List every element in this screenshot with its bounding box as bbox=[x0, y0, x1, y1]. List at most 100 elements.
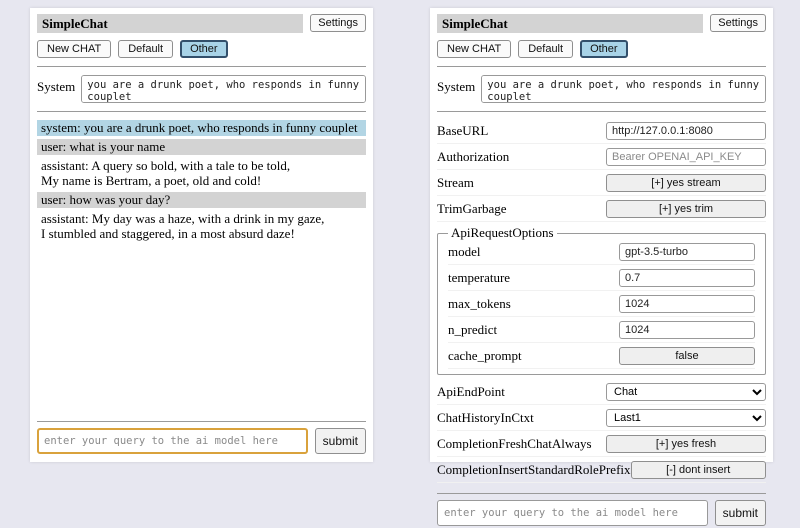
setting-row-completioninsertstandardroleprefix: CompletionInsertStandardRolePrefix[-] do… bbox=[437, 459, 766, 483]
setting-label-chathistoryinctxt: ChatHistoryInCtxt bbox=[437, 410, 534, 426]
divider bbox=[37, 111, 366, 112]
divider bbox=[37, 421, 366, 422]
setting-input-model[interactable] bbox=[619, 243, 755, 261]
new-chat-button[interactable]: New CHAT bbox=[437, 40, 511, 58]
chat-panel: SimpleChat Settings New CHAT Default Oth… bbox=[30, 8, 373, 462]
setting-row-trimgarbage: TrimGarbage [+] yes trim bbox=[437, 198, 766, 222]
session-button-default[interactable]: Default bbox=[118, 40, 173, 58]
chat-panel-header: SimpleChat Settings bbox=[37, 14, 366, 33]
settings-footer: submit bbox=[437, 485, 766, 528]
setting-label-n-predict: n_predict bbox=[448, 322, 497, 338]
chat-message-system: system: you are a drunk poet, who respon… bbox=[37, 120, 366, 136]
setting-control-completioninsertstandardroleprefix: [-] dont insert bbox=[631, 461, 766, 479]
settings-fields-top: BaseURL Authorization Stream [+] yes stream… bbox=[437, 120, 766, 222]
setting-row-baseurl: BaseURL bbox=[437, 120, 766, 144]
divider bbox=[437, 111, 766, 112]
setting-button-completionfreshchatalways[interactable]: [+] yes fresh bbox=[606, 435, 766, 453]
setting-select-apiendpoint[interactable]: Chat bbox=[606, 383, 766, 401]
system-label: System bbox=[37, 75, 75, 95]
setting-input-authorization[interactable] bbox=[606, 148, 766, 166]
toolbar: New CHAT Default Other bbox=[37, 40, 366, 58]
api-request-options-fieldset: ApiRequestOptions model temperature max_to… bbox=[437, 225, 766, 375]
setting-input-max-tokens[interactable] bbox=[619, 295, 755, 313]
toolbar: New CHAT Default Other bbox=[437, 40, 766, 58]
submit-button[interactable]: submit bbox=[315, 428, 366, 454]
system-row: System bbox=[37, 75, 366, 103]
setting-control-authorization bbox=[606, 148, 766, 166]
setting-button-stream[interactable]: [+] yes stream bbox=[606, 174, 766, 192]
settings-button[interactable]: Settings bbox=[310, 14, 366, 32]
query-row: submit bbox=[437, 500, 766, 526]
app-title-bar: SimpleChat bbox=[437, 14, 703, 33]
setting-control-model bbox=[619, 243, 755, 261]
system-label: System bbox=[437, 75, 475, 95]
setting-control-baseurl bbox=[606, 122, 766, 140]
divider bbox=[437, 66, 766, 67]
setting-row-max-tokens: max_tokens bbox=[448, 293, 755, 317]
query-input[interactable] bbox=[437, 500, 708, 526]
session-button-default[interactable]: Default bbox=[518, 40, 573, 58]
session-button-other[interactable]: Other bbox=[580, 40, 628, 58]
setting-control-apiendpoint: Chat bbox=[606, 383, 766, 401]
setting-label-max-tokens: max_tokens bbox=[448, 296, 511, 312]
app-title: SimpleChat bbox=[442, 16, 508, 31]
setting-label-model: model bbox=[448, 244, 481, 260]
setting-button-cache-prompt[interactable]: false bbox=[619, 347, 755, 365]
setting-row-completionfreshchatalways: CompletionFreshChatAlways [+] yes fresh bbox=[437, 433, 766, 457]
system-prompt-input[interactable] bbox=[481, 75, 766, 103]
setting-control-completionfreshchatalways: [+] yes fresh bbox=[606, 435, 766, 453]
system-row: System bbox=[437, 75, 766, 103]
submit-button[interactable]: submit bbox=[715, 500, 766, 526]
setting-row-temperature: temperature bbox=[448, 267, 755, 291]
settings-fields-bottom: ApiEndPoint Chat ChatHistoryInCtxt Last1 Com… bbox=[437, 381, 766, 483]
setting-label-completioninsertstandardroleprefix: CompletionInsertStandardRolePrefix bbox=[437, 462, 631, 478]
settings-button[interactable]: Settings bbox=[710, 14, 766, 32]
chat-message-assistant: assistant: A query so bold, with a tale … bbox=[37, 158, 366, 189]
setting-row-cache-prompt: cache_prompt false bbox=[448, 345, 755, 369]
session-button-other[interactable]: Other bbox=[180, 40, 228, 58]
setting-control-cache-prompt: false bbox=[619, 347, 755, 365]
setting-label-stream: Stream bbox=[437, 175, 474, 191]
chat-footer: submit bbox=[37, 413, 366, 456]
setting-button-completioninsertstandardroleprefix[interactable]: [-] dont insert bbox=[631, 461, 766, 479]
query-row: submit bbox=[37, 428, 366, 454]
query-input[interactable] bbox=[37, 428, 308, 454]
setting-label-trimgarbage: TrimGarbage bbox=[437, 201, 507, 217]
setting-row-apiendpoint: ApiEndPoint Chat bbox=[437, 381, 766, 405]
setting-row-model: model bbox=[448, 241, 755, 265]
setting-control-trimgarbage: [+] yes trim bbox=[606, 200, 766, 218]
setting-control-temperature bbox=[619, 269, 755, 287]
setting-input-n-predict[interactable] bbox=[619, 321, 755, 339]
setting-control-stream: [+] yes stream bbox=[606, 174, 766, 192]
divider bbox=[437, 493, 766, 494]
new-chat-button[interactable]: New CHAT bbox=[37, 40, 111, 58]
setting-control-n-predict bbox=[619, 321, 755, 339]
api-request-options-legend: ApiRequestOptions bbox=[448, 225, 557, 241]
page: SimpleChat Settings New CHAT Default Oth… bbox=[0, 0, 800, 462]
settings-area: BaseURL Authorization Stream [+] yes stream… bbox=[437, 120, 766, 485]
system-prompt-input[interactable] bbox=[81, 75, 366, 103]
setting-input-temperature[interactable] bbox=[619, 269, 755, 287]
chat-message-user: user: what is your name bbox=[37, 139, 366, 155]
settings-panel: SimpleChat Settings New CHAT Default Oth… bbox=[430, 8, 773, 462]
chat-messages: system: you are a drunk poet, who respon… bbox=[37, 120, 366, 413]
chat-message-assistant: assistant: My day was a haze, with a dri… bbox=[37, 211, 366, 242]
setting-select-chathistoryinctxt[interactable]: Last1 bbox=[606, 409, 766, 427]
setting-row-stream: Stream [+] yes stream bbox=[437, 172, 766, 196]
setting-label-cache-prompt: cache_prompt bbox=[448, 348, 522, 364]
setting-button-trimgarbage[interactable]: [+] yes trim bbox=[606, 200, 766, 218]
settings-panel-header: SimpleChat Settings bbox=[437, 14, 766, 33]
setting-label-baseurl: BaseURL bbox=[437, 123, 488, 139]
setting-label-apiendpoint: ApiEndPoint bbox=[437, 384, 505, 400]
setting-label-completionfreshchatalways: CompletionFreshChatAlways bbox=[437, 436, 592, 452]
chat-message-user: user: how was your day? bbox=[37, 192, 366, 208]
setting-label-temperature: temperature bbox=[448, 270, 510, 286]
setting-input-baseurl[interactable] bbox=[606, 122, 766, 140]
setting-label-authorization: Authorization bbox=[437, 149, 509, 165]
setting-row-chathistoryinctxt: ChatHistoryInCtxt Last1 bbox=[437, 407, 766, 431]
app-title-bar: SimpleChat bbox=[37, 14, 303, 33]
setting-row-n-predict: n_predict bbox=[448, 319, 755, 343]
app-title: SimpleChat bbox=[42, 16, 108, 31]
api-request-options-fields: model temperature max_tokens n_predictcache… bbox=[448, 241, 755, 369]
setting-control-max-tokens bbox=[619, 295, 755, 313]
